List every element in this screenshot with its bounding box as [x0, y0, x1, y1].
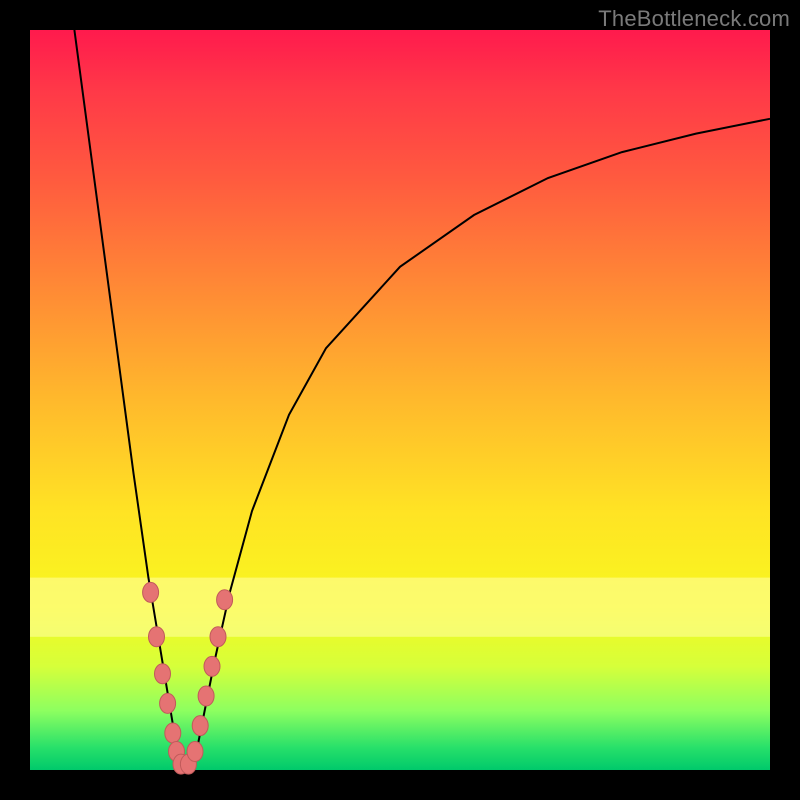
band-layer	[30, 578, 770, 637]
data-marker	[149, 627, 165, 647]
chart-frame: TheBottleneck.com	[0, 0, 800, 800]
curve-left	[74, 30, 181, 770]
data-marker	[187, 742, 203, 762]
data-marker	[198, 686, 214, 706]
data-marker	[217, 590, 233, 610]
data-marker	[160, 693, 176, 713]
data-marker	[143, 582, 159, 602]
data-marker	[155, 664, 171, 684]
data-marker	[165, 723, 181, 743]
highlight-band	[30, 578, 770, 637]
curve-layer	[30, 30, 770, 770]
data-marker	[192, 716, 208, 736]
data-marker	[204, 656, 220, 676]
curve-right	[193, 119, 770, 770]
data-marker	[210, 627, 226, 647]
plot-area	[30, 30, 770, 770]
watermark-text: TheBottleneck.com	[598, 6, 790, 32]
